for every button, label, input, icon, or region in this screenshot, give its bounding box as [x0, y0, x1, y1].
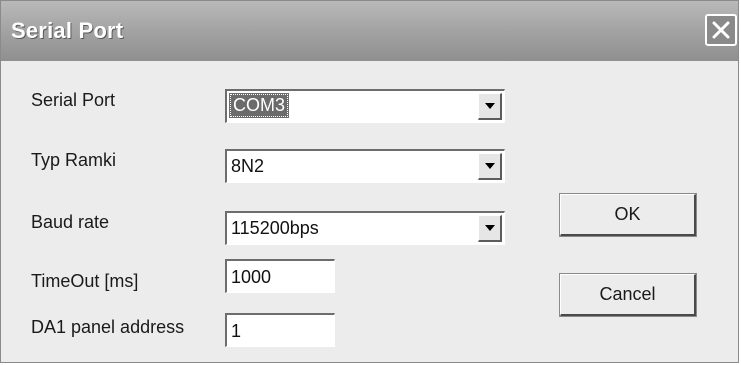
- dialog-body: Serial Port COM3 Typ Ramki 8N2 Baud rate…: [5, 61, 734, 359]
- serial-port-dialog: Serial Port Serial Port COM3 Typ Ramki 8…: [0, 0, 739, 363]
- frame-type-dropdown[interactable]: 8N2: [225, 149, 505, 183]
- chevron-down-icon: [484, 97, 496, 115]
- frame-type-label: Typ Ramki: [31, 150, 117, 170]
- close-button[interactable]: [705, 14, 737, 46]
- baud-rate-dropdown-arrow[interactable]: [478, 215, 502, 242]
- frame-type-dropdown-arrow[interactable]: [478, 153, 502, 180]
- title-bar[interactable]: Serial Port: [1, 1, 738, 61]
- cancel-button[interactable]: Cancel: [560, 274, 696, 316]
- baud-rate-label: Baud rate: [31, 212, 110, 232]
- panel-address-label: DA1 panel address: [31, 317, 185, 337]
- panel-address-field[interactable]: [225, 313, 335, 347]
- close-icon: [710, 19, 732, 41]
- window-title: Serial Port: [11, 18, 124, 43]
- frame-type-value: 8N2: [231, 156, 265, 176]
- baud-rate-value: 115200bps: [231, 218, 319, 238]
- serial-port-label: Serial Port: [31, 90, 116, 110]
- chevron-down-icon: [484, 219, 496, 237]
- serial-port-value: COM3: [229, 93, 290, 118]
- chevron-down-icon: [484, 157, 496, 175]
- timeout-label: TimeOut [ms]: [31, 271, 139, 291]
- serial-port-dropdown[interactable]: COM3: [225, 89, 505, 123]
- baud-rate-dropdown[interactable]: 115200bps: [225, 211, 505, 245]
- timeout-input[interactable]: [227, 261, 334, 292]
- serial-port-dropdown-arrow[interactable]: [478, 93, 502, 120]
- timeout-field[interactable]: [225, 259, 335, 293]
- ok-button[interactable]: OK: [560, 194, 696, 236]
- panel-address-input[interactable]: [227, 315, 334, 346]
